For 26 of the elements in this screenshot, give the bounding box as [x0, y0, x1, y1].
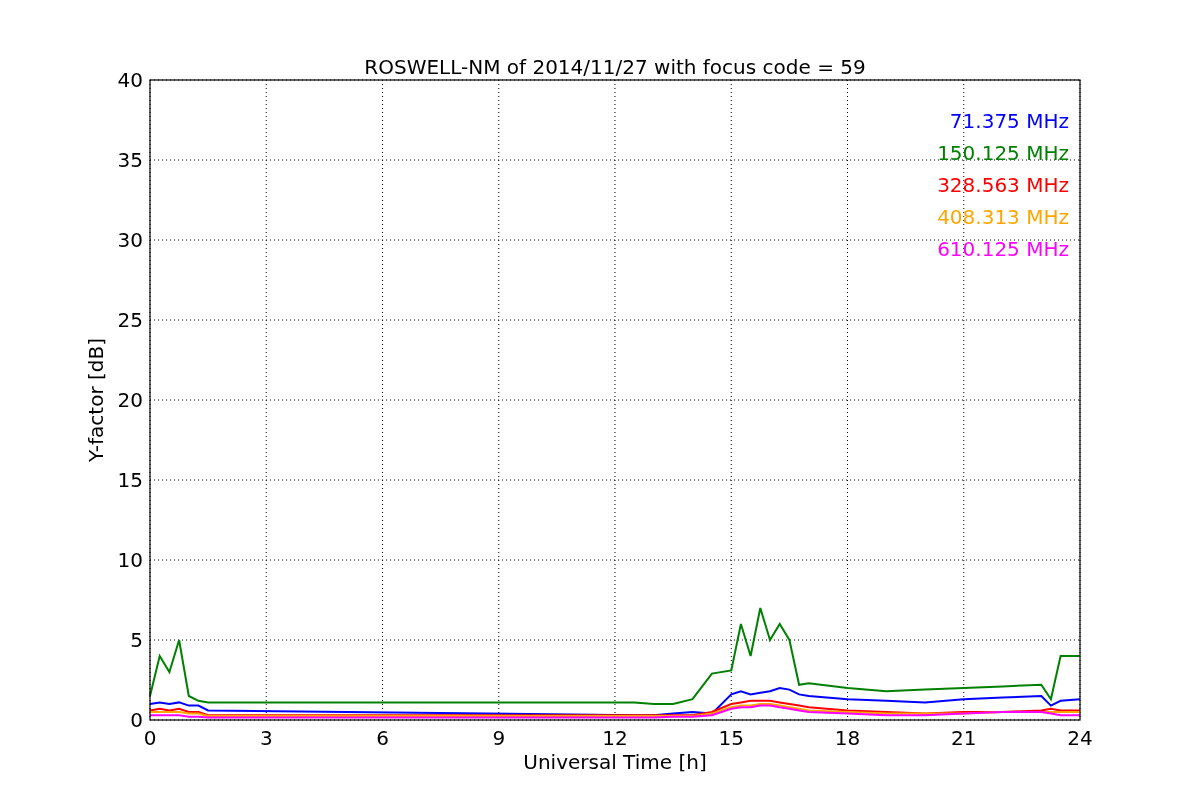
y-tick-label: 15 — [117, 468, 143, 492]
y-tick-label: 40 — [117, 68, 143, 92]
legend-label: 328.563 MHz — [937, 173, 1069, 197]
x-tick-label: 6 — [376, 726, 389, 750]
y-tick-label: 35 — [117, 148, 143, 172]
y-tick-label: 20 — [117, 388, 143, 412]
legend-label: 610.125 MHz — [937, 237, 1069, 261]
x-tick-label: 18 — [834, 726, 861, 750]
chart-title: ROSWELL-NM of 2014/11/27 with focus code = 59 — [364, 55, 866, 79]
y-tick-label: 30 — [117, 228, 143, 252]
y-axis-label: Y-factor [dB] — [84, 338, 108, 462]
x-axis-label: Universal Time [h] — [523, 750, 707, 774]
legend-label: 71.375 MHz — [949, 109, 1069, 133]
y-tick-label: 25 — [117, 308, 143, 332]
x-tick-label: 21 — [951, 726, 977, 750]
legend-label: 408.313 MHz — [937, 205, 1069, 229]
y-tick-label: 0 — [130, 708, 143, 732]
x-tick-label: 24 — [1067, 726, 1093, 750]
x-tick-label: 12 — [602, 726, 628, 750]
x-tick-label: 9 — [492, 726, 506, 750]
legend-label: 150.125 MHz — [937, 141, 1069, 165]
x-tick-label: 3 — [259, 726, 273, 750]
x-tick-label: 15 — [718, 726, 744, 750]
x-tick-label: 0 — [143, 726, 157, 750]
y-tick-label: 10 — [117, 548, 143, 572]
y-tick-label: 5 — [130, 628, 143, 652]
